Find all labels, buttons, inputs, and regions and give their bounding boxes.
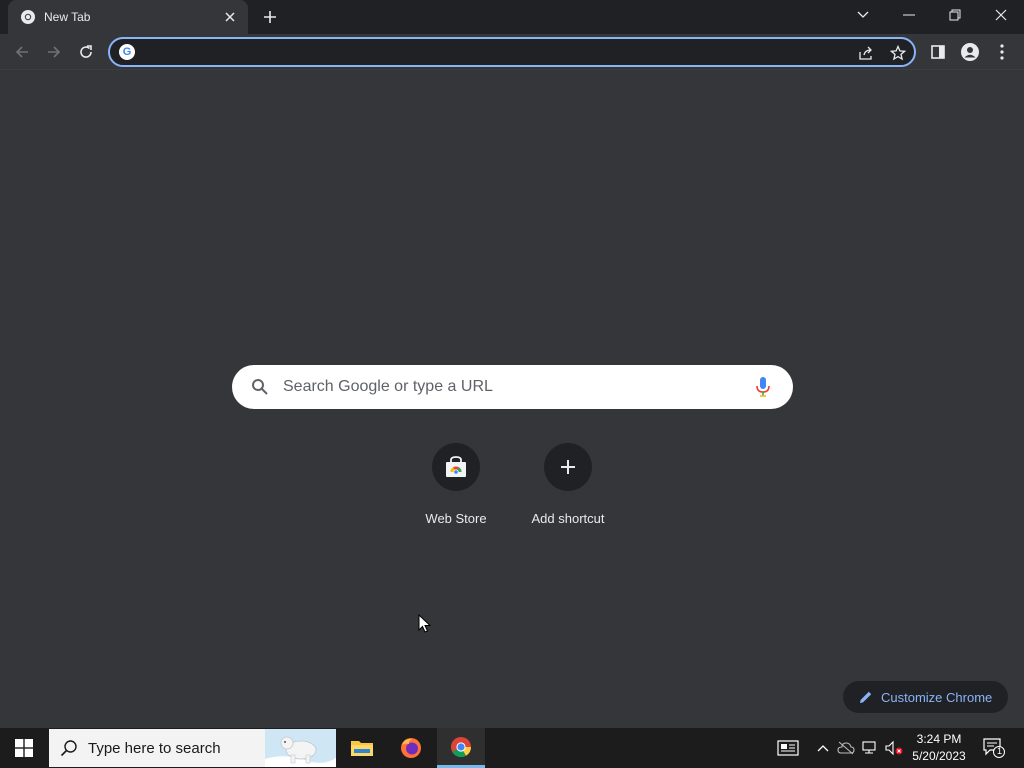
show-hidden-icons-button[interactable]	[813, 738, 833, 758]
customize-chrome-label: Customize Chrome	[881, 689, 993, 705]
customize-chrome-button[interactable]: Customize Chrome	[843, 681, 1008, 713]
windows-logo-icon	[15, 739, 33, 757]
tab-strip: New Tab	[0, 0, 1024, 34]
taskbar-clock[interactable]: 3:24 PM 5/20/2023	[906, 731, 972, 765]
notification-count-badge: 1	[996, 746, 1002, 756]
chevron-up-icon	[817, 745, 829, 752]
browser-toolbar: G	[0, 34, 1024, 70]
pencil-icon	[860, 691, 872, 703]
profile-icon	[961, 43, 979, 61]
forward-button[interactable]	[42, 40, 66, 64]
ntp-search-box[interactable]: Search Google or type a URL	[232, 365, 793, 409]
news-icon	[777, 740, 799, 756]
shortcut-label: Add shortcut	[531, 511, 605, 526]
taskbar-search-placeholder: Type here to search	[88, 740, 221, 757]
profile-button[interactable]	[958, 40, 982, 64]
clock-date: 5/20/2023	[912, 749, 966, 763]
onedrive-tray-button[interactable]	[836, 738, 856, 758]
minimize-icon	[903, 14, 915, 16]
menu-button[interactable]	[990, 40, 1014, 64]
network-icon	[862, 741, 876, 754]
news-widget-button[interactable]	[776, 738, 800, 758]
folder-icon	[351, 741, 373, 756]
plus-icon	[561, 460, 575, 474]
taskbar-search-box[interactable]: Type here to search	[49, 729, 336, 767]
side-panel-icon	[931, 45, 945, 59]
close-icon	[995, 9, 1007, 21]
restore-icon	[949, 9, 961, 21]
chrome-icon	[451, 736, 472, 757]
new-tab-button[interactable]	[258, 6, 282, 28]
reload-icon	[80, 45, 92, 58]
close-window-button[interactable]	[978, 0, 1024, 30]
shortcut-label: Web Store	[425, 511, 487, 526]
taskbar-file-explorer[interactable]	[338, 728, 386, 768]
search-highlight-polar-bear-icon	[265, 729, 336, 767]
side-panel-button[interactable]	[926, 40, 950, 64]
cloud-offline-icon	[837, 741, 855, 755]
chevron-down-icon	[857, 11, 869, 18]
action-center-button[interactable]: 1	[982, 738, 1006, 758]
shortcut-tile	[544, 443, 592, 491]
google-icon: G	[119, 44, 135, 60]
more-vert-icon	[1000, 44, 1004, 60]
omnibox[interactable]: G	[108, 37, 916, 67]
share-icon	[859, 46, 872, 60]
taskbar-chrome[interactable]	[437, 728, 485, 768]
windows-taskbar: Type here to search 3:24 PM 5/20/2023 1	[0, 728, 1024, 768]
volume-tray-button[interactable]	[884, 738, 904, 758]
star-icon	[890, 45, 906, 61]
tab-title: New Tab	[44, 10, 91, 24]
shortcut-web-store[interactable]: Web Store	[400, 440, 512, 532]
shortcut-tile	[432, 443, 480, 491]
share-button[interactable]	[856, 43, 876, 63]
arrow-right-icon	[48, 46, 61, 58]
ntp-search-placeholder: Search Google or type a URL	[283, 378, 493, 395]
plus-icon	[264, 11, 276, 23]
screen: New Tab G Search Google or type a URL We…	[0, 0, 1024, 768]
bookmark-button[interactable]	[888, 43, 908, 63]
restore-button[interactable]	[932, 0, 978, 30]
volume-muted-icon	[885, 740, 903, 756]
omnibox-input[interactable]	[144, 43, 834, 61]
mouse-cursor-icon	[418, 614, 432, 633]
back-button[interactable]	[10, 40, 34, 64]
start-button[interactable]	[0, 728, 48, 768]
minimize-button[interactable]	[886, 0, 932, 30]
close-tab-icon[interactable]	[222, 9, 238, 25]
microphone-icon[interactable]	[754, 376, 772, 398]
search-icon	[252, 379, 268, 395]
firefox-icon	[401, 738, 421, 758]
taskbar-firefox[interactable]	[387, 728, 435, 768]
search-icon	[60, 740, 77, 757]
clock-time: 3:24 PM	[916, 732, 962, 746]
reload-button[interactable]	[74, 40, 98, 64]
shortcut-add[interactable]: Add shortcut	[512, 440, 624, 532]
tab-search-button[interactable]	[840, 0, 886, 30]
network-tray-button[interactable]	[860, 738, 880, 758]
chrome-favicon-icon	[21, 10, 35, 24]
web-store-icon	[446, 456, 466, 477]
tab-new-tab[interactable]: New Tab	[8, 0, 248, 34]
arrow-left-icon	[15, 46, 28, 58]
